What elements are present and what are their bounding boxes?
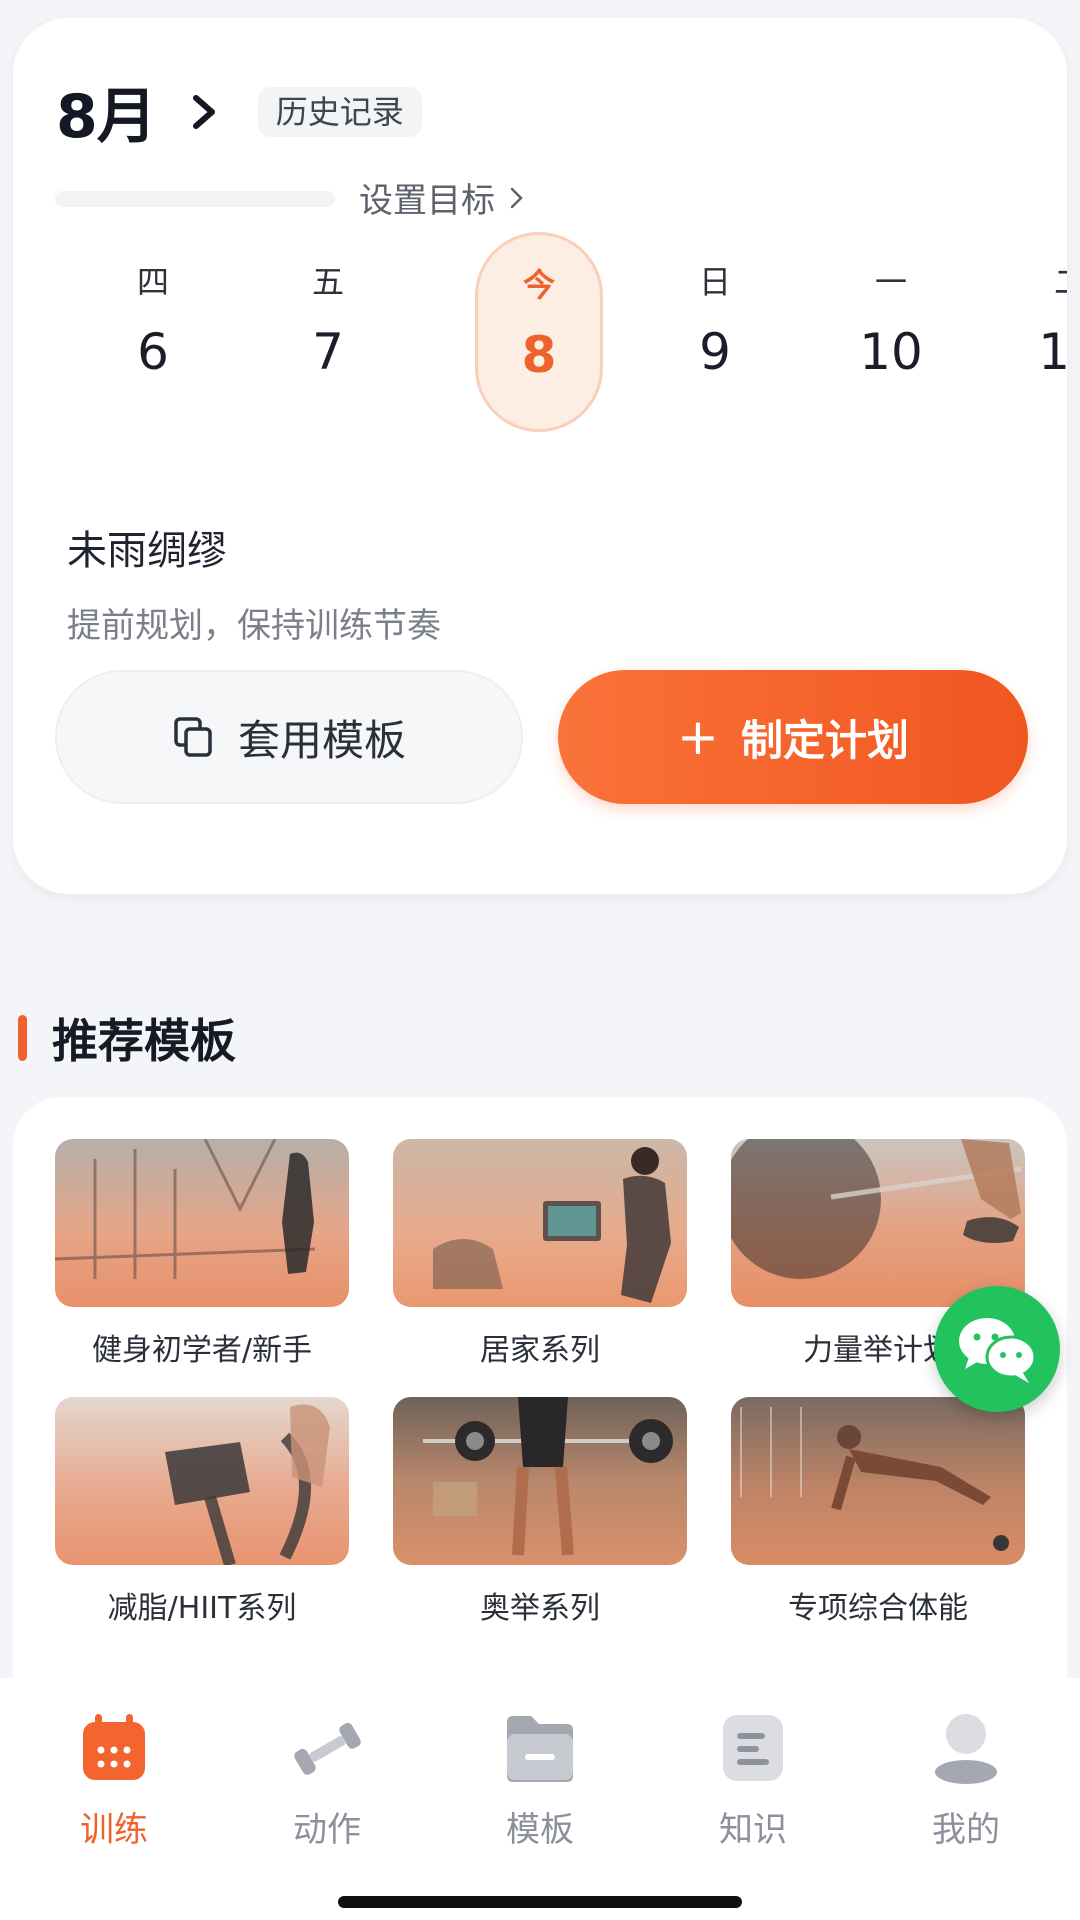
template-label: 专项综合体能 bbox=[788, 1591, 968, 1626]
wechat-icon[interactable] bbox=[934, 1286, 1060, 1412]
history-button[interactable]: 历史记录 bbox=[257, 86, 422, 137]
day-date: 5 bbox=[13, 322, 43, 382]
day-weekday: 二 bbox=[1006, 262, 1067, 302]
day-item[interactable]: 一 10 bbox=[827, 232, 955, 432]
tab-label: 训练 bbox=[80, 1810, 148, 1850]
goal-progress-track bbox=[55, 191, 335, 207]
home-workout-photo bbox=[393, 1139, 687, 1307]
tab-label: 知识 bbox=[719, 1810, 787, 1850]
apply-template-label: 套用模板 bbox=[237, 715, 406, 765]
bottom-tab-bar: 训练 动作 模板 知识 我的 bbox=[0, 1678, 1080, 1920]
tab-training[interactable]: 训练 bbox=[34, 1700, 194, 1851]
template-tile[interactable]: 专项综合体能 bbox=[731, 1397, 1025, 1627]
day-date: 9 bbox=[699, 323, 731, 381]
home-indicator bbox=[338, 1896, 742, 1908]
day-item[interactable]: 三 5 bbox=[13, 232, 43, 432]
section-title: 推荐模板 bbox=[52, 1014, 236, 1068]
template-tile[interactable]: 奥举系列 bbox=[393, 1397, 687, 1627]
day-weekday: 三 bbox=[13, 262, 43, 302]
day-weekday: 今 bbox=[522, 266, 555, 304]
tab-profile[interactable]: 我的 bbox=[886, 1700, 1046, 1851]
day-date: 6 bbox=[137, 323, 169, 381]
app-screen: 8月 历史记录 设置目标 三 5 四 6 五 7 bbox=[0, 0, 1080, 1920]
deadlift-feet-photo bbox=[731, 1139, 1025, 1307]
template-label: 健身初学者/新手 bbox=[91, 1333, 313, 1368]
tab-label: 模板 bbox=[506, 1810, 574, 1850]
section-accent-bar bbox=[18, 1015, 27, 1061]
document-icon bbox=[723, 1715, 783, 1781]
tab-templates[interactable]: 模板 bbox=[460, 1700, 620, 1851]
month-title[interactable]: 8月 bbox=[56, 68, 157, 155]
create-plan-button[interactable]: + 制定计划 bbox=[558, 670, 1028, 804]
motto-subtitle: 提前规划，保持训练节奏 bbox=[67, 606, 441, 646]
day-item[interactable]: 五 7 bbox=[264, 232, 392, 432]
day-weekday: 一 bbox=[874, 263, 907, 301]
day-date: 7 bbox=[312, 323, 344, 381]
calendar-icon bbox=[83, 1714, 145, 1780]
month-header: 8月 历史记录 bbox=[56, 68, 422, 155]
template-tile[interactable]: 减脂/HIIT系列 bbox=[55, 1397, 349, 1627]
tab-knowledge[interactable]: 知识 bbox=[673, 1700, 833, 1851]
set-goal-link[interactable]: 设置目标 bbox=[359, 173, 525, 222]
tab-exercises[interactable]: 动作 bbox=[247, 1700, 407, 1851]
create-plan-label: 制定计划 bbox=[740, 715, 909, 765]
copy-icon bbox=[174, 717, 212, 757]
pushup-gym-photo bbox=[731, 1397, 1025, 1565]
template-label: 减脂/HIIT系列 bbox=[107, 1591, 297, 1626]
day-date: 8 bbox=[521, 326, 557, 384]
calendar-card: 8月 历史记录 设置目标 三 5 四 6 五 7 bbox=[13, 18, 1067, 894]
profile-icon bbox=[935, 1714, 997, 1784]
folder-icon bbox=[507, 1716, 573, 1782]
week-strip: 三 5 四 6 五 7 今 8 日 9 一 10 bbox=[13, 232, 1067, 442]
day-weekday: 五 bbox=[311, 263, 344, 301]
day-weekday: 四 bbox=[136, 263, 169, 301]
template-label: 奥举系列 bbox=[480, 1591, 600, 1626]
chevron-right-small-icon bbox=[510, 187, 523, 208]
bridge-runner-photo bbox=[55, 1139, 349, 1307]
template-tile[interactable]: 居家系列 bbox=[393, 1139, 687, 1369]
day-item-today[interactable]: 今 8 bbox=[475, 232, 603, 432]
template-label: 居家系列 bbox=[480, 1333, 600, 1368]
dumbbell-icon bbox=[294, 1722, 361, 1775]
day-date: 11 bbox=[1038, 323, 1067, 381]
set-goal-label: 设置目标 bbox=[359, 181, 495, 221]
plus-icon: + bbox=[677, 708, 719, 766]
tab-label: 我的 bbox=[932, 1810, 1000, 1850]
apply-template-button[interactable]: 套用模板 bbox=[55, 670, 523, 804]
day-weekday: 日 bbox=[698, 263, 731, 301]
day-date: 10 bbox=[859, 323, 923, 381]
barbell-lift-photo bbox=[393, 1397, 687, 1565]
template-tile[interactable]: 健身初学者/新手 bbox=[55, 1139, 349, 1369]
chevron-right-icon[interactable] bbox=[186, 92, 222, 132]
day-item[interactable]: 二 11 bbox=[1006, 232, 1067, 432]
elliptical-photo bbox=[55, 1397, 349, 1565]
motto-title: 未雨绸缪 bbox=[67, 528, 227, 574]
day-item[interactable]: 日 9 bbox=[651, 232, 779, 432]
tab-label: 动作 bbox=[293, 1810, 361, 1850]
day-item[interactable]: 四 6 bbox=[89, 232, 217, 432]
